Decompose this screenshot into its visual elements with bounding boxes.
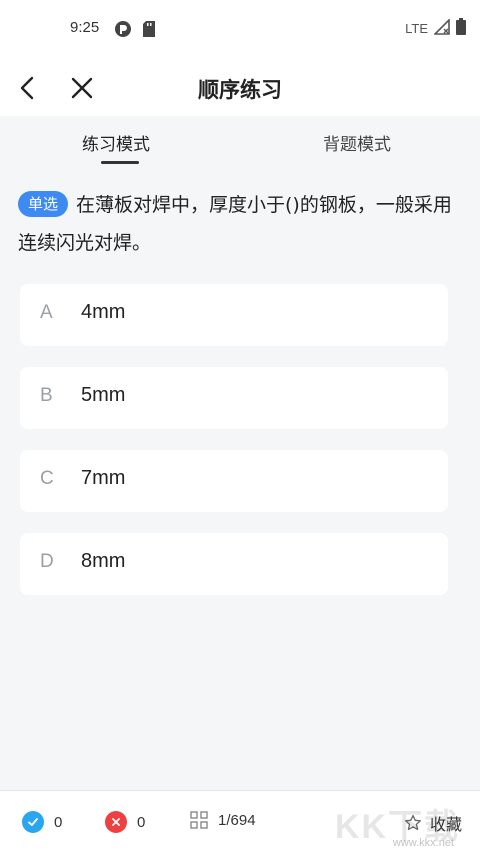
wrong-circle-icon xyxy=(105,811,127,833)
wrong-count: 0 xyxy=(105,811,145,833)
option-letter: C xyxy=(40,468,54,489)
option-letter: D xyxy=(40,551,54,572)
battery-icon xyxy=(456,18,466,38)
bottom-bar: 0 0 1/694 KK下载 www.kkx.net 收藏 xyxy=(0,790,480,853)
active-tab-indicator xyxy=(101,161,139,164)
question-type-badge: 单选 xyxy=(18,191,69,217)
option-b[interactable]: B 5mm xyxy=(20,367,448,429)
tab-memorize-mode[interactable]: 背题模式 xyxy=(323,130,391,155)
watermark-url: www.kkx.net xyxy=(392,837,454,849)
answer-sheet-button[interactable]: 1/694 xyxy=(190,811,256,829)
mode-tabs: 练习模式 背题模式 xyxy=(0,116,480,166)
option-letter: A xyxy=(40,302,53,323)
option-text: 7mm xyxy=(81,467,126,489)
collect-button[interactable]: 收藏 xyxy=(404,811,462,835)
collect-label: 收藏 xyxy=(429,815,462,834)
app-notification-icon xyxy=(114,20,132,42)
status-time: 9:25 xyxy=(70,19,100,36)
option-letter: B xyxy=(40,385,53,406)
correct-count: 0 xyxy=(22,811,62,833)
option-text: 5mm xyxy=(81,384,126,406)
option-c[interactable]: C 7mm xyxy=(20,450,448,512)
app-bar: 顺序练习 xyxy=(0,58,480,116)
status-bar: 9:25 LTE xyxy=(0,0,480,58)
check-circle-icon xyxy=(22,811,44,833)
tab-practice-mode[interactable]: 练习模式 xyxy=(82,130,150,155)
option-text: 8mm xyxy=(81,550,126,572)
question: 单选 在薄板对焊中，厚度小于()的钢板，一般采用连续闪光对焊。 xyxy=(18,186,466,262)
signal-icon xyxy=(433,17,450,38)
option-d[interactable]: D 8mm xyxy=(20,533,448,595)
question-text: 在薄板对焊中，厚度小于()的钢板，一般采用连续闪光对焊。 xyxy=(18,194,452,254)
star-icon xyxy=(404,814,422,832)
grid-icon xyxy=(190,811,208,829)
wrong-count-value: 0 xyxy=(137,813,146,831)
page-title: 顺序练习 xyxy=(198,78,282,102)
option-a[interactable]: A 4mm xyxy=(20,284,448,346)
progress-text: 1/694 xyxy=(218,811,256,829)
network-type: LTE xyxy=(405,20,428,36)
sd-card-icon xyxy=(142,20,156,42)
option-text: 4mm xyxy=(81,301,126,323)
correct-count-value: 0 xyxy=(54,813,63,831)
